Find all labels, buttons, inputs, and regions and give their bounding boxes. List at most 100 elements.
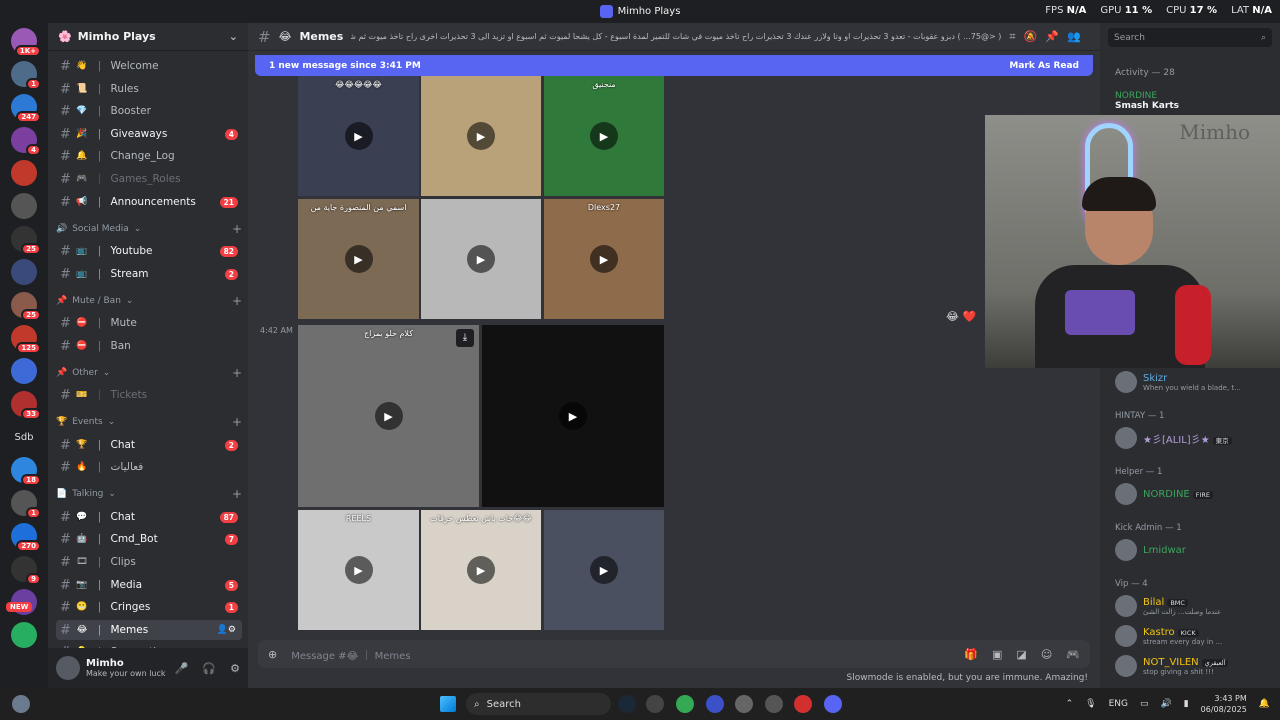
reaction[interactable]: ❤️	[963, 310, 977, 323]
member-item[interactable]: Kastro KICK stream every day in ...	[1115, 625, 1275, 647]
video-thumbnail[interactable]: ▶	[421, 199, 541, 319]
video-thumbnail[interactable]: ▶ كلام حلو بمزاج	[298, 325, 479, 507]
channel-item[interactable]: # 🏆 ｜ Chat 2	[56, 435, 242, 455]
headphones-icon[interactable]: 🎧	[202, 662, 216, 675]
video-thumbnail[interactable]: ▶ اسمي من المنصورة جاية من	[298, 199, 419, 319]
play-icon[interactable]: ▶	[344, 556, 373, 584]
video-thumbnail[interactable]: ▶	[544, 510, 664, 630]
server-icon[interactable]	[11, 259, 37, 285]
play-icon[interactable]: ▶	[559, 402, 587, 430]
video-thumbnail[interactable]: ▶	[421, 76, 541, 196]
channel-item[interactable]: # 🎫 ｜ Tickets	[56, 385, 242, 405]
channel-item[interactable]: # 👋 ｜ Welcome	[56, 56, 242, 76]
play-icon[interactable]: ▶	[467, 556, 495, 584]
opera-icon[interactable]	[794, 695, 812, 713]
channel-item[interactable]: # 💎 ｜ Booster	[56, 101, 242, 121]
add-attachment-icon[interactable]: ⊕	[268, 648, 277, 661]
channel-item[interactable]: # 🔥 ｜ فعاليات	[56, 457, 242, 477]
server-icon[interactable]	[11, 193, 37, 219]
member-item[interactable]: ★彡[ALIL]彡★ 東京	[1115, 427, 1275, 449]
threads-icon[interactable]: ⌗	[1009, 30, 1015, 44]
server-icon[interactable]	[11, 358, 37, 384]
channel-item[interactable]: # 📺 ｜ Youtube 82	[56, 241, 242, 261]
server-icon[interactable]: 4	[11, 127, 41, 156]
video-thumbnail[interactable]: ▶ جات باش تعطس حزقات😂😂	[421, 510, 541, 630]
play-icon[interactable]: ▶	[344, 245, 373, 273]
server-icon[interactable]: 1	[11, 490, 41, 519]
channel-item[interactable]: # 📢 ｜ Announcements 21	[56, 192, 242, 212]
members-icon[interactable]: 👥	[1067, 30, 1081, 43]
channel-item[interactable]: # 💬 ｜ Chat 87	[56, 507, 242, 527]
reaction[interactable]: 😂	[946, 310, 959, 323]
play-icon[interactable]: ▶	[590, 556, 618, 584]
mic-tray-icon[interactable]: 🎙	[1085, 699, 1096, 709]
play-icon[interactable]: ▶	[374, 402, 403, 430]
discord-icon[interactable]	[824, 695, 842, 713]
add-channel-icon[interactable]: +	[232, 487, 242, 501]
channel-item[interactable]: # ⛔ ｜ Mute	[56, 313, 242, 333]
gif-icon[interactable]: ▣	[992, 648, 1002, 661]
channel-item[interactable]: # 🎉 ｜ Giveaways 4	[56, 124, 242, 144]
download-icon[interactable]: ⤓	[456, 329, 474, 347]
start-button[interactable]	[440, 696, 456, 712]
channel-topic[interactable]: ( <@75... ) دبزو عقوبات - تعدو 3 تحذيرات…	[351, 32, 1001, 41]
play-icon[interactable]: ▶	[344, 122, 373, 150]
server-icon[interactable]: 25	[11, 292, 41, 321]
member-item[interactable]: Lmidwar	[1115, 539, 1275, 561]
add-channel-icon[interactable]: +	[232, 294, 242, 308]
battery-icon[interactable]: ▮	[1184, 699, 1189, 709]
server-icon[interactable]: 18	[11, 457, 41, 486]
add-channel-icon[interactable]: +	[232, 415, 242, 429]
channel-item[interactable]: # 😬 ｜ Cringes 1	[56, 597, 242, 617]
server-icon[interactable]: Sdb	[11, 424, 37, 450]
settings-icons[interactable]: 👤⚙	[217, 625, 236, 635]
language-indicator[interactable]: ENG	[1109, 699, 1128, 709]
server-icon[interactable]: 33	[11, 391, 41, 420]
member-item[interactable]: NOT_VILEN آلعبقري stop giving a shit !!!	[1115, 655, 1275, 677]
openai-icon[interactable]	[735, 695, 753, 713]
category-other[interactable]: 📌 Other ⌄ +	[56, 366, 242, 380]
server-header[interactable]: 🌸 Mimho Plays ⌄	[48, 23, 248, 51]
pin-icon[interactable]: 📌	[1045, 30, 1059, 43]
obs-icon[interactable]	[765, 695, 783, 713]
avatar[interactable]	[56, 656, 80, 680]
message-input[interactable]: Message #😂 ｜ Memes	[291, 647, 950, 662]
add-channel-icon[interactable]: +	[232, 366, 242, 380]
server-icon[interactable]: 125	[11, 325, 41, 354]
server-icon[interactable]: 1	[11, 61, 41, 90]
activity-member[interactable]: NORDINE Smash Karts	[1115, 91, 1275, 111]
mark-as-read-button[interactable]: Mark As Read	[1009, 61, 1079, 71]
video-thumbnail[interactable]: ▶ منجنيق	[544, 76, 664, 196]
video-thumbnail[interactable]: ▶ Dlexs27	[544, 199, 664, 319]
sticker-icon[interactable]: ◪	[1016, 648, 1026, 661]
bell-icon[interactable]: 🔕	[1024, 30, 1038, 43]
microphone-icon[interactable]: 🎤	[175, 662, 189, 675]
vpn-icon[interactable]	[706, 695, 724, 713]
apps-icon[interactable]: 🎮	[1066, 648, 1080, 661]
channel-item[interactable]: # 🎮 ｜ Games_Roles	[56, 169, 242, 189]
server-icon[interactable]	[11, 622, 37, 648]
category-talking[interactable]: 📄 Talking ⌄ +	[56, 487, 242, 501]
channel-item[interactable]: # 😂 ｜ Memes 👤⚙	[56, 620, 242, 640]
clock[interactable]: 3:43 PM 06/08/2025	[1201, 693, 1247, 715]
play-icon[interactable]: ▶	[467, 245, 495, 273]
channel-item[interactable]: # 📜 ｜ Rules	[56, 79, 242, 99]
server-icon[interactable]	[11, 160, 37, 186]
video-thumbnail[interactable]: ▶ 😂😂😂😂😂	[298, 76, 419, 196]
category-events[interactable]: 🏆 Events ⌄ +	[56, 415, 242, 429]
member-item[interactable]: NORDINE FIRE	[1115, 483, 1275, 505]
server-icon[interactable]: 247	[11, 94, 41, 123]
gear-icon[interactable]: ⚙	[230, 662, 240, 675]
server-icon[interactable]: 9	[11, 556, 41, 585]
app-icon[interactable]	[646, 695, 664, 713]
channel-item[interactable]: # 🤖 ｜ Cmd_Bot 7	[56, 529, 242, 549]
network-icon[interactable]: ▭	[1140, 699, 1149, 709]
category-mute[interactable]: 📌 Mute / Ban ⌄ +	[56, 294, 242, 308]
play-icon[interactable]: ▶	[590, 245, 618, 273]
server-icon[interactable]: 1K+	[11, 28, 41, 57]
taskbar-search[interactable]: ⌕ Search	[466, 693, 611, 715]
chrome-icon[interactable]	[676, 695, 694, 713]
member-item[interactable]: Bilal BMC عندما وصلت... زالت الشئ	[1115, 595, 1275, 617]
play-icon[interactable]: ▶	[590, 122, 618, 150]
channel-item[interactable]: # 🎞 ｜ Clips	[56, 552, 242, 572]
